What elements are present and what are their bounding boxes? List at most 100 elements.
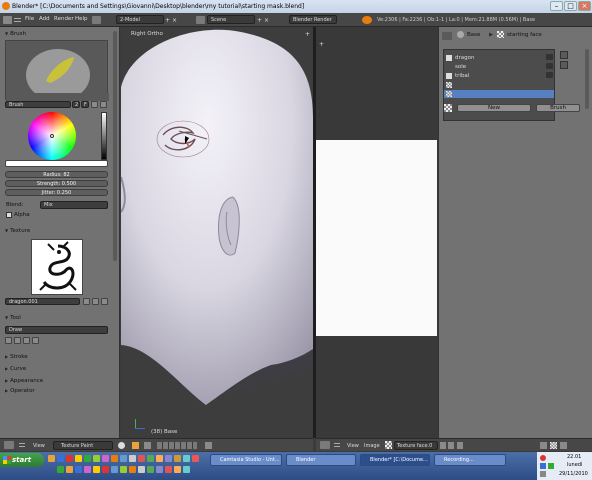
stroke-panel-header[interactable]: ▶ Stroke	[5, 354, 28, 360]
color-picker-cursor-icon[interactable]	[50, 134, 54, 138]
tray-alert-icon[interactable]	[540, 455, 546, 461]
quicklaunch-2-icon[interactable]	[57, 455, 64, 462]
region-toggle-icon[interactable]: +	[305, 31, 310, 38]
menu-collapse-icon[interactable]	[14, 18, 21, 22]
quicklaunch-16-icon[interactable]	[183, 455, 190, 462]
quicklaunch-32-icon[interactable]	[183, 466, 190, 473]
quicklaunch-6-icon[interactable]	[93, 455, 100, 462]
quicklaunch-19-icon[interactable]	[66, 466, 73, 473]
breadcrumb-texture[interactable]: starting face	[507, 32, 542, 38]
menu-collapse-icon[interactable]	[19, 443, 25, 447]
screen-layout-dropdown[interactable]: 2-Model	[116, 15, 164, 24]
list-item-selected[interactable]	[444, 90, 554, 98]
image-view-menu[interactable]: View	[347, 442, 359, 450]
move-slot-down-icon[interactable]	[560, 61, 568, 69]
texture-panel-header[interactable]: ▼ Texture	[5, 228, 30, 234]
image-new-icon[interactable]	[448, 442, 454, 449]
slot-option-2-icon[interactable]	[546, 63, 553, 69]
image-editor-type-icon[interactable]	[320, 441, 330, 449]
quicklaunch-30-icon[interactable]	[165, 466, 172, 473]
quicklaunch-24-icon[interactable]	[111, 466, 118, 473]
breadcrumb-object[interactable]: Base	[467, 32, 480, 38]
slot-option-1-icon[interactable]	[546, 54, 553, 60]
remove-brush-icon[interactable]	[100, 101, 107, 108]
quicklaunch-13-icon[interactable]	[156, 455, 163, 462]
operator-panel-header[interactable]: ▶ Operator	[5, 388, 35, 394]
add-brush-icon[interactable]	[91, 101, 98, 108]
brush-panel-header[interactable]: ▼ Brush	[5, 31, 26, 37]
quicklaunch-21-icon[interactable]	[84, 466, 91, 473]
image-canvas[interactable]	[316, 140, 437, 336]
task-blender[interactable]: Blender	[286, 454, 356, 466]
quicklaunch-5-icon[interactable]	[84, 455, 91, 462]
image-unlink-icon[interactable]	[457, 442, 463, 449]
minimize-button[interactable]: –	[550, 1, 563, 11]
properties-scrollbar[interactable]	[585, 49, 589, 109]
slot-toggle-icon[interactable]	[446, 73, 452, 79]
pivot-icon[interactable]	[132, 442, 139, 449]
menu-collapse-icon[interactable]	[334, 443, 340, 447]
quicklaunch-1-icon[interactable]	[48, 455, 55, 462]
quicklaunch-8-icon[interactable]	[111, 455, 118, 462]
tray-network-icon[interactable]	[540, 463, 546, 469]
remove-scene-icon[interactable]: ×	[264, 17, 269, 24]
blend-mode-dropdown[interactable]: Mix	[40, 201, 108, 209]
quicklaunch-23-icon[interactable]	[102, 466, 109, 473]
menu-help[interactable]: Help	[75, 16, 88, 22]
snap-icon[interactable]	[205, 442, 212, 449]
quicklaunch-26-icon[interactable]	[129, 466, 136, 473]
brush-color-swatch[interactable]	[5, 160, 108, 167]
image-region-toggle-icon[interactable]: +	[319, 41, 324, 48]
layer-buttons[interactable]	[157, 442, 197, 449]
paint-mode-icon[interactable]	[540, 442, 547, 449]
quicklaunch-31-icon[interactable]	[174, 466, 181, 473]
update-icon[interactable]	[560, 442, 567, 449]
scene-dropdown[interactable]: Scene	[207, 15, 255, 24]
task-recording[interactable]: Recording...	[434, 454, 506, 466]
brush-fake-user-button[interactable]: F	[81, 101, 89, 108]
task-camtasia[interactable]: Camtasia Studio - Unt...	[210, 454, 282, 466]
quicklaunch-28-icon[interactable]	[147, 466, 154, 473]
tool-option-1-icon[interactable]	[5, 337, 12, 344]
texture-browse-icon[interactable]	[444, 104, 452, 112]
menu-file[interactable]: File	[25, 16, 34, 22]
remove-texture-icon[interactable]	[101, 298, 108, 305]
quicklaunch-27-icon[interactable]	[138, 466, 145, 473]
quicklaunch-10-icon[interactable]	[129, 455, 136, 462]
image-browse-icon[interactable]	[385, 441, 392, 449]
tool-option-2-icon[interactable]	[14, 337, 21, 344]
tray-app-icon[interactable]	[548, 463, 554, 469]
quicklaunch-11-icon[interactable]	[138, 455, 145, 462]
jitter-slider[interactable]: Jitter: 0.250	[5, 189, 108, 196]
color-wheel[interactable]	[28, 112, 76, 160]
quicklaunch-20-icon[interactable]	[75, 466, 82, 473]
tool-option-4-icon[interactable]	[32, 337, 39, 344]
strength-slider[interactable]: Strength: 0.500	[5, 180, 108, 187]
brush-name-field[interactable]: Brush	[5, 101, 71, 108]
quicklaunch-3-icon[interactable]	[66, 455, 73, 462]
quicklaunch-18-icon[interactable]	[57, 466, 64, 473]
screen-layout-icon[interactable]	[92, 16, 101, 24]
menu-add[interactable]: Add	[39, 16, 50, 22]
browse-texture-icon[interactable]	[92, 298, 99, 305]
move-slot-up-icon[interactable]	[560, 51, 568, 59]
list-item[interactable]: sole	[446, 63, 554, 71]
task-blender-active[interactable]: Blender* [C:\Docume...	[360, 454, 430, 466]
new-texture-button[interactable]: New	[457, 104, 531, 112]
quicklaunch-17-icon[interactable]	[192, 455, 199, 462]
render-engine-dropdown[interactable]: Blender Render	[289, 15, 337, 24]
maximize-button[interactable]: □	[564, 1, 577, 11]
texture-name-field[interactable]: dragon.001	[5, 298, 80, 305]
appearance-panel-header[interactable]: ▶ Appearance	[5, 378, 43, 384]
image-menu[interactable]: Image	[364, 442, 380, 450]
brush-preview[interactable]	[5, 40, 109, 101]
tray-volume-icon[interactable]	[540, 471, 546, 477]
slot-option-3-icon[interactable]	[546, 72, 553, 78]
quicklaunch-12-icon[interactable]	[147, 455, 154, 462]
add-screen-icon[interactable]: +	[165, 17, 170, 24]
quicklaunch-9-icon[interactable]	[120, 455, 127, 462]
close-button[interactable]: ×	[578, 1, 591, 11]
viewport-shading-icon[interactable]	[118, 442, 125, 449]
slot-toggle-icon[interactable]	[446, 55, 452, 61]
scene-icon[interactable]	[196, 16, 205, 24]
